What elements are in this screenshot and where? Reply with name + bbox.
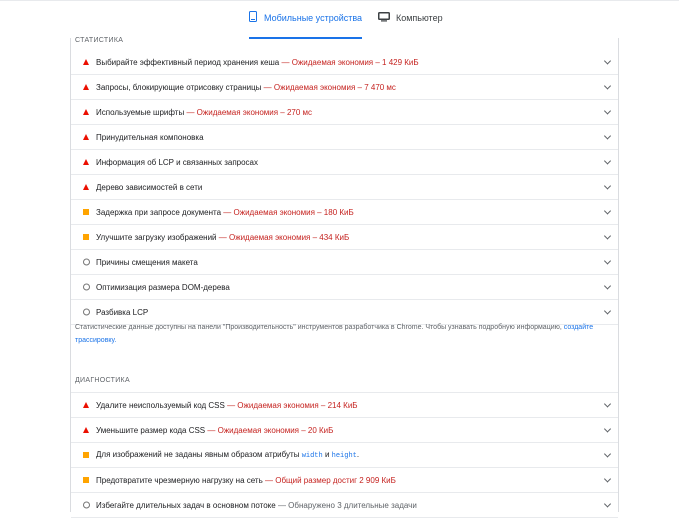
audit-title: Причины смещения макета (96, 257, 198, 267)
audit-savings: — Ожидаемая экономия – 180 КиБ (223, 207, 354, 217)
chevron-down-icon[interactable] (603, 207, 612, 215)
chevron-down-icon[interactable] (603, 307, 612, 315)
stats-audit-list: Выбирайте эффективный период хранения ке… (71, 50, 618, 325)
average-icon (83, 452, 89, 458)
audit-title: Уменьшите размер кода CSS (96, 425, 206, 435)
audit-title: Улучшите загрузку изображений (96, 232, 217, 242)
tab-desktop-label: Компьютер (396, 13, 443, 23)
fail-icon (83, 402, 89, 408)
audit-title: Удалите неиспользуемый код CSS (96, 400, 225, 410)
chevron-down-icon[interactable] (603, 425, 612, 433)
audit-title: Используемые шрифты (96, 107, 185, 117)
info-circle-icon (83, 308, 90, 316)
audit-title: Запросы, блокирующие отрисовку страницы (96, 82, 262, 92)
audit-savings: — Ожидаемая экономия – 7 470 мс (263, 82, 396, 92)
chevron-down-icon[interactable] (603, 500, 612, 508)
audit-savings: — Ожидаемая экономия – 1 429 КиБ (281, 57, 419, 67)
audit-title: Предотвратите чрезмерную нагрузку на сет… (96, 475, 263, 485)
chevron-down-icon[interactable] (603, 182, 612, 190)
chevron-down-icon[interactable] (603, 400, 612, 408)
fail-icon (83, 427, 89, 433)
audit-title: Информация об LCP и связанных запросах (96, 157, 259, 167)
audit-savings: — Ожидаемая экономия – 20 КиБ (207, 425, 334, 435)
audit-title-end: . (356, 450, 360, 459)
audit-title: Избегайте длительных задач в основном по… (96, 500, 276, 510)
audit-row[interactable]: Причины смещения макета (71, 250, 618, 275)
chevron-down-icon[interactable] (603, 282, 612, 290)
monitor-icon (378, 12, 390, 22)
audit-title-conjunction: и (324, 450, 330, 459)
chevron-down-icon[interactable] (603, 157, 612, 165)
tab-mobile[interactable]: Мобильные устройства (249, 11, 363, 39)
audit-title: Для изображений не заданы явным образом … (96, 450, 300, 459)
audit-row[interactable]: Задержка при запросе документа — Ожидаем… (71, 200, 618, 225)
audit-row[interactable]: Удалите неиспользуемый код CSS — Ожидаем… (71, 393, 618, 418)
fail-icon (83, 84, 89, 90)
tab-mobile-label: Мобильные устройства (264, 13, 363, 23)
fail-icon (83, 184, 89, 190)
chevron-down-icon[interactable] (603, 57, 612, 65)
chevron-down-icon[interactable] (603, 107, 612, 115)
insights-note-text: Статистические данные доступны на панели… (75, 324, 562, 331)
info-circle-icon (83, 283, 90, 291)
diagnostics-audit-list: Удалите неиспользуемый код CSS — Ожидаем… (71, 392, 618, 518)
fail-icon (83, 159, 89, 165)
audit-title: Принудительная компоновка (96, 132, 204, 142)
fail-icon (83, 109, 89, 115)
chevron-down-icon[interactable] (603, 475, 612, 483)
audit-row[interactable]: Выбирайте эффективный период хранения ке… (71, 50, 618, 75)
audit-savings: — Ожидаемая экономия – 214 КиБ (227, 400, 358, 410)
chevron-down-icon[interactable] (603, 450, 612, 458)
audit-title: Дерево зависимостей в сети (96, 182, 203, 192)
audit-savings: — Ожидаемая экономия – 270 мс (186, 107, 313, 117)
audit-row[interactable]: Дерево зависимостей в сети (71, 175, 618, 200)
chevron-down-icon[interactable] (603, 82, 612, 90)
audit-row[interactable]: Оптимизация размера DOM-дерева (71, 275, 618, 300)
audit-row[interactable]: Предотвратите чрезмерную нагрузку на сет… (71, 468, 618, 493)
insights-note: Статистические данные доступны на панели… (75, 321, 595, 347)
code-attribute-width: width (301, 452, 323, 460)
audit-row[interactable]: Запросы, блокирующие отрисовку страницы … (71, 75, 618, 100)
code-attribute-height: height (331, 452, 357, 460)
audit-row[interactable]: Избегайте длительных задач в основном по… (71, 493, 618, 518)
average-icon (83, 477, 89, 483)
chevron-down-icon[interactable] (603, 132, 612, 140)
audit-savings: — Ожидаемая экономия – 434 КиБ (218, 232, 350, 242)
tab-desktop[interactable]: Компьютер (378, 11, 443, 39)
chevron-down-icon[interactable] (603, 232, 612, 240)
audit-row[interactable]: Используемые шрифты — Ожидаемая экономия… (71, 100, 618, 125)
fail-icon (83, 134, 89, 140)
info-circle-icon (83, 258, 90, 266)
chevron-down-icon[interactable] (603, 257, 612, 265)
smartphone-icon (249, 11, 257, 22)
audit-row[interactable]: Уменьшите размер кода CSS — Ожидаемая эк… (71, 418, 618, 443)
average-icon (83, 209, 89, 215)
audit-display-value: — Обнаружено 3 длительные задачи (277, 500, 417, 510)
audit-savings: — Общий размер достиг 2 909 КиБ (265, 475, 396, 485)
audit-row[interactable]: Информация об LCP и связанных запросах (71, 150, 618, 175)
info-circle-icon (83, 501, 90, 509)
stats-section-heading: СТАТИСТИКА (75, 37, 124, 44)
audit-row[interactable]: Для изображений не заданы явным образом … (71, 443, 618, 468)
fail-icon (83, 59, 89, 65)
diagnostics-section-heading: ДИАГНОСТИКА (75, 377, 130, 384)
audit-title: Выбирайте эффективный период хранения ке… (96, 57, 280, 67)
device-tabs: Мобильные устройства Компьютер (0, 0, 679, 39)
audit-title: Оптимизация размера DOM-дерева (96, 282, 230, 292)
audit-row[interactable]: Принудительная компоновка (71, 125, 618, 150)
audit-title: Задержка при запросе документа (96, 207, 222, 217)
audit-row[interactable]: Улучшите загрузку изображений — Ожидаема… (71, 225, 618, 250)
audit-title: Разбивка LCP (96, 307, 149, 317)
audits-panel: СТАТИСТИКА Выбирайте эффективный период … (70, 37, 619, 518)
average-icon (83, 234, 89, 240)
